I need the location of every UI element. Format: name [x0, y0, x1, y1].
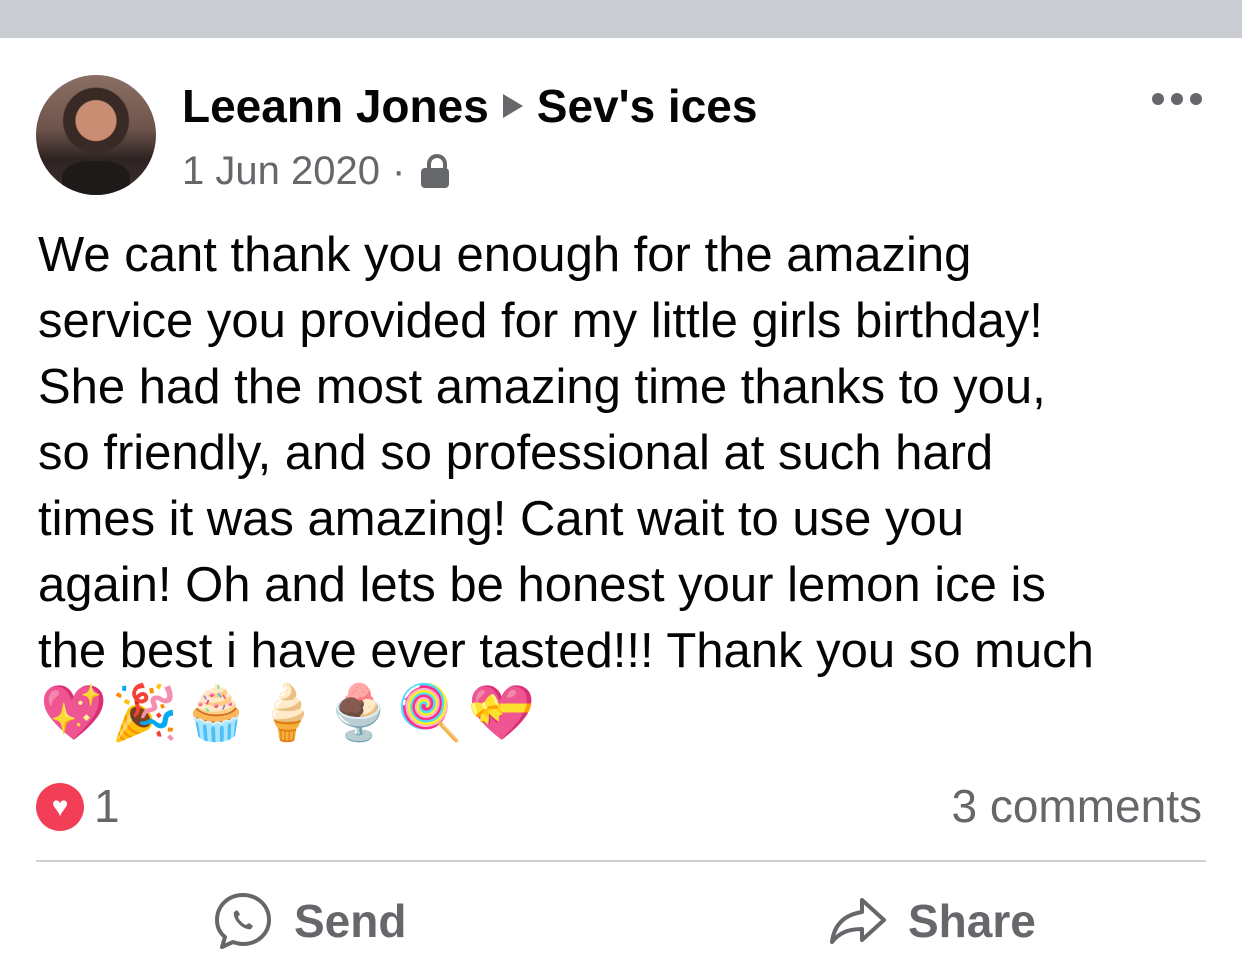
share-arrow-icon [828, 896, 888, 946]
meta-separator: · [391, 148, 406, 193]
send-button[interactable]: Send [212, 888, 406, 954]
party-popper-emoji: 🎉 [111, 681, 179, 744]
more-options-icon[interactable] [1152, 92, 1202, 106]
lollipop-emoji: 🍭 [396, 681, 464, 744]
comments-count[interactable]: 3 comments [951, 778, 1202, 834]
target-page-name[interactable]: Sev's ices [537, 79, 758, 133]
post-meta: 1 Jun 2020 · [182, 146, 450, 196]
emoji-row: 💖 🎉 🧁 🍦 🍨 🍭 💝 [40, 680, 535, 746]
share-label: Share [908, 895, 1036, 947]
soft-ice-cream-emoji: 🍦 [253, 681, 321, 744]
arrow-right-icon [502, 94, 523, 118]
post-date[interactable]: 1 Jun 2020 [182, 149, 380, 194]
author-name[interactable]: Leeann Jones [182, 79, 489, 133]
share-button[interactable]: Share [828, 888, 1036, 954]
send-label: Send [294, 895, 407, 947]
heart-with-ribbon-emoji: 💝 [467, 681, 535, 744]
ice-cream-emoji: 🍨 [325, 681, 393, 744]
post-header: Leeann Jones Sev's ices [182, 78, 757, 134]
divider [36, 860, 1206, 862]
cupcake-emoji: 🧁 [182, 681, 250, 744]
author-avatar[interactable] [36, 75, 156, 195]
heart-reaction-icon[interactable]: ♥ [36, 783, 84, 831]
sparkling-heart-emoji: 💖 [40, 681, 108, 744]
post-card: Leeann Jones Sev's ices 1 Jun 2020 · We … [0, 38, 1242, 958]
lock-icon[interactable] [421, 154, 450, 188]
top-separator-bar [0, 0, 1242, 38]
post-body-text: We cant thank you enough for the amazing… [38, 228, 1094, 678]
messenger-send-icon [212, 890, 274, 952]
reaction-count[interactable]: 1 [94, 778, 120, 834]
